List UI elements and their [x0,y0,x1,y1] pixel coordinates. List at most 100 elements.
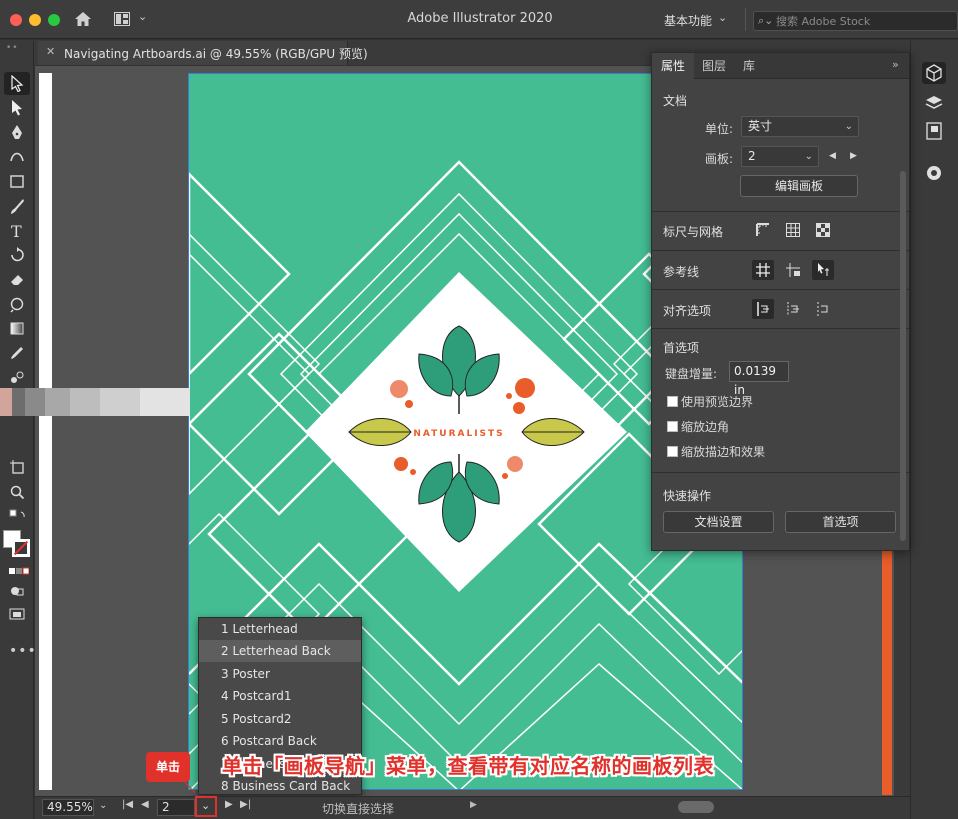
previous-artboard-icon[interactable]: ◀ [141,799,149,810]
artboard-navigation-dropdown-button[interactable]: ⌄ [195,796,217,817]
document-tab[interactable]: ✕ Navigating Artboards.ai @ 49.55% (RGB/… [38,41,368,65]
artboard-menu-item[interactable]: 6 Postcard Back [199,730,361,752]
edit-artboards-button[interactable]: 编辑画板 [740,175,858,197]
last-artboard-icon[interactable]: ▶| [240,799,251,810]
lock-guides-icon[interactable] [782,260,804,280]
artboard-menu-item[interactable]: 5 Postcard2 [199,708,361,730]
stock-search-box[interactable]: ⌕⌄ [753,11,958,31]
workspace-switcher[interactable]: 基本功能 [664,12,712,29]
rulers-icon[interactable] [752,220,774,240]
align-to-key-object-icon[interactable] [782,299,804,319]
tools-panel: •• T ••• [0,40,37,819]
divider [652,211,909,212]
artboard-value: 2 [748,149,756,163]
artboard-menu-item[interactable]: 1 Letterhead [199,618,361,640]
divider [652,328,909,329]
svg-text:T: T [11,222,22,239]
chevron-down-icon: ⌄ [844,121,853,132]
next-artboard-icon[interactable]: ▶ [225,799,233,810]
align-to-selection-icon[interactable] [812,299,834,319]
pen-tool-icon[interactable] [4,121,30,144]
document-setup-button[interactable]: 文档设置 [663,511,774,533]
chevron-down-icon[interactable]: ⌄ [99,800,107,811]
type-tool-icon[interactable]: T [4,219,30,242]
chevron-down-icon[interactable]: ⌄ [138,10,147,23]
more-tools-icon[interactable]: ••• [9,643,37,659]
keyboard-increment-label: 键盘增量: [665,367,718,381]
next-artboard-icon[interactable]: ▶ [850,151,857,161]
artboard-menu-item[interactable]: 2 Letterhead Back [199,640,361,662]
horizontal-scrollbar[interactable] [485,799,887,815]
eyedropper-tool-icon[interactable] [4,342,30,365]
previous-artboard-icon[interactable]: ◀ [829,151,836,161]
artboard-menu-item[interactable]: 4 Postcard1 [199,685,361,707]
direct-selection-tool-icon[interactable] [4,96,30,119]
close-tab-icon[interactable]: ✕ [46,45,55,58]
fill-stroke-swatches[interactable] [3,530,33,560]
stroke-swatch[interactable] [12,539,30,557]
zoom-level-field[interactable]: 49.55% [42,799,94,816]
gradient-tool-icon[interactable] [4,317,30,340]
curvature-tool-icon[interactable] [4,145,30,168]
scrollbar-thumb[interactable] [900,171,906,541]
collapse-panel-icon[interactable]: » [892,58,899,71]
chevron-down-icon[interactable]: ⌄ [718,11,727,24]
grid-icon[interactable] [782,220,804,240]
properties-panel-icon[interactable] [922,62,946,84]
panel-scrollbar[interactable] [899,79,907,549]
preferences-button[interactable]: 首选项 [785,511,896,533]
swap-fill-stroke-icon[interactable] [4,506,30,529]
artboard-select[interactable]: 2 ⌄ [741,146,819,167]
keyboard-increment-input[interactable]: 0.0139 in [729,361,789,397]
arrange-documents-icon[interactable] [114,12,130,26]
show-guides-icon[interactable] [752,260,774,280]
window-maximize-button[interactable] [48,14,60,26]
align-to-pixel-grid-icon[interactable] [752,299,774,319]
paintbrush-tool-icon[interactable] [4,195,30,218]
rotate-tool-icon[interactable] [4,243,30,266]
units-select[interactable]: 英寸 ⌄ [741,116,859,137]
scale-corners-checkbox[interactable]: 缩放边角 [667,418,729,435]
selection-tool-icon[interactable] [4,72,30,95]
checkbox-label: 使用预览边界 [681,395,754,409]
warp-tool-icon[interactable] [4,293,30,316]
use-preview-bounds-checkbox[interactable]: 使用预览边界 [667,393,753,410]
window-close-button[interactable] [10,14,22,26]
artboard-tool-icon[interactable] [4,456,30,479]
checkbox[interactable] [667,396,678,407]
artboard-menu-item[interactable]: 3 Poster [199,663,361,685]
status-menu-arrow-icon[interactable]: ▶ [470,800,477,810]
transparency-grid-icon[interactable] [812,220,834,240]
checkbox[interactable] [667,421,678,432]
layers-panel-icon[interactable] [922,92,946,114]
scrollbar-thumb[interactable] [678,801,714,813]
home-icon[interactable] [74,11,92,27]
libraries-panel-icon[interactable] [922,120,946,142]
tab-libraries[interactable]: 库 [734,53,764,79]
window-minimize-button[interactable] [29,14,41,26]
app-title: Adobe Illustrator 2020 [407,11,553,26]
checkbox-label: 缩放边角 [681,420,730,434]
draw-mode-icon[interactable] [4,581,30,604]
tool-status-text[interactable]: 切换直接选择 [322,800,394,817]
scale-strokes-effects-checkbox[interactable]: 缩放描边和效果 [667,443,765,460]
checkbox[interactable] [667,446,678,457]
rectangle-tool-icon[interactable] [4,170,30,193]
callout-text: 单击「画板导航」菜单，查看带有对应名称的画板列表 [222,754,714,778]
blend-tool-icon[interactable] [4,366,30,389]
stock-search-input[interactable] [776,13,952,29]
divider [652,289,909,290]
quick-actions-title: 快速操作 [663,489,712,503]
screen-mode-icon[interactable] [4,604,30,627]
color-panel-icon[interactable] [922,162,946,184]
panel-grip[interactable]: •• [6,43,19,53]
document-tab-title: Navigating Artboards.ai @ 49.55% (RGB/GP… [64,47,368,61]
tab-layers[interactable]: 图层 [694,53,734,79]
zoom-tool-icon[interactable] [4,481,30,504]
align-options-title: 对齐选项 [663,304,712,318]
eraser-tool-icon[interactable] [4,268,30,291]
artboard-number-field[interactable]: 2 [157,799,195,816]
first-artboard-icon[interactable]: |◀ [122,799,133,810]
smart-guides-icon[interactable] [812,260,834,280]
tab-properties[interactable]: 属性 [652,53,694,79]
